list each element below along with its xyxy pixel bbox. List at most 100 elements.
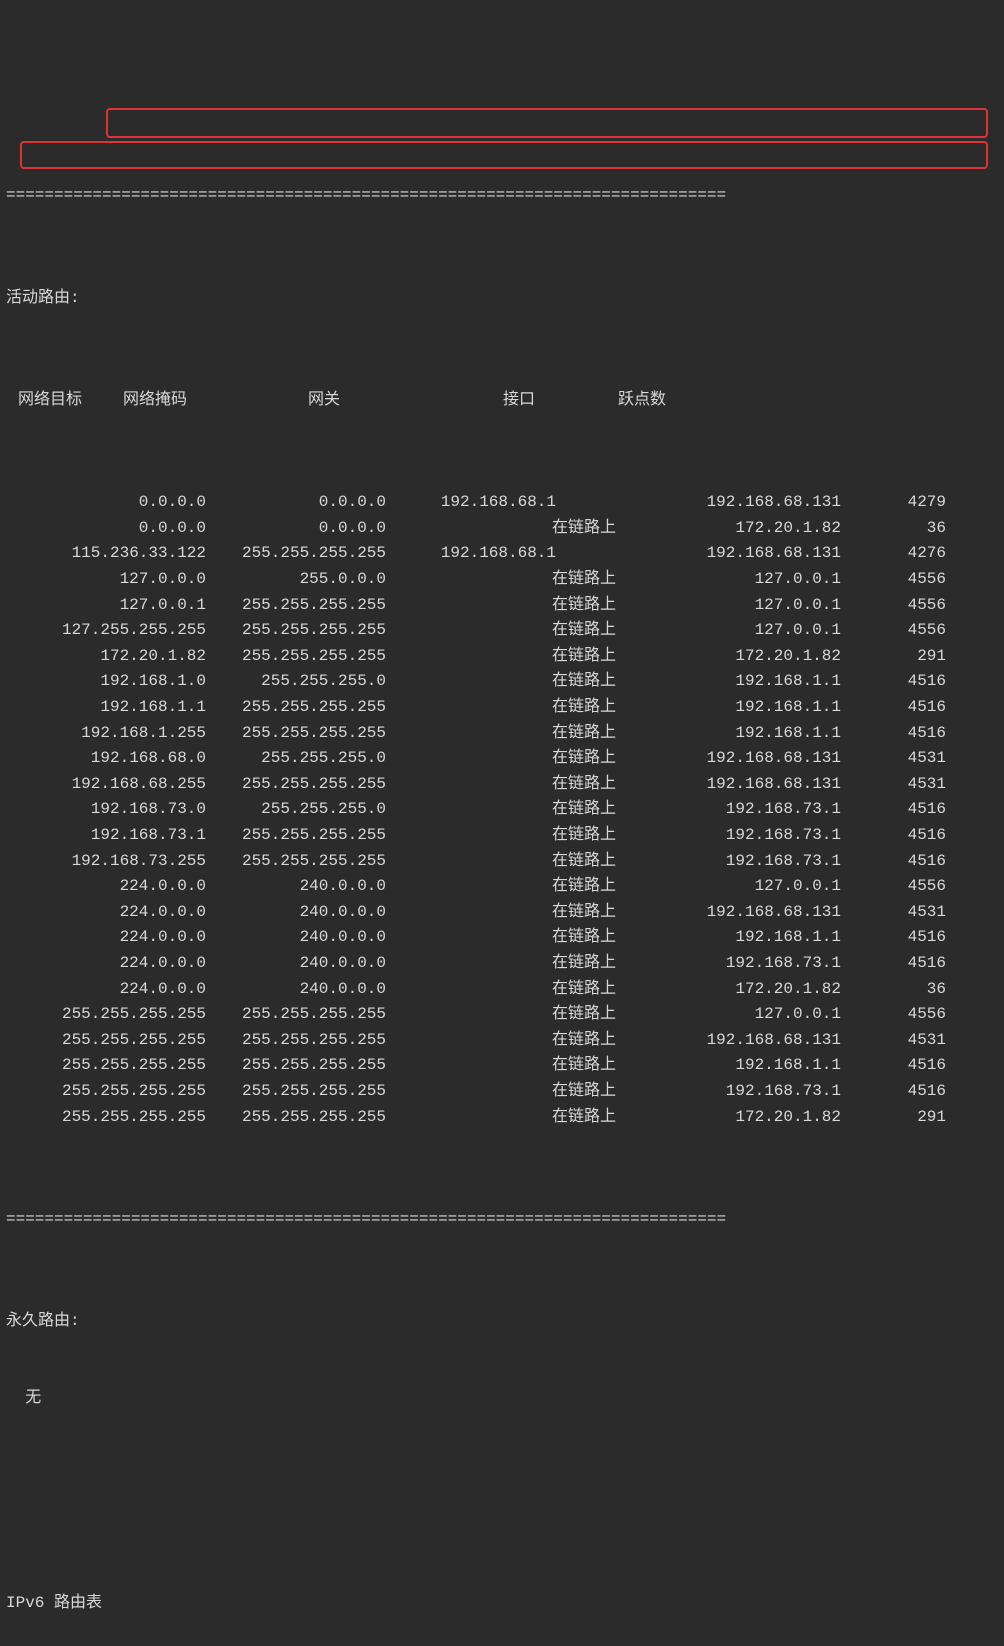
route-metric: 291 — [841, 1105, 946, 1131]
route-metric: 4516 — [841, 823, 946, 849]
route-interface: 192.168.73.1 — [616, 849, 841, 875]
route-interface: 192.168.73.1 — [616, 951, 841, 977]
route-row: 127.0.0.1255.255.255.255在链路上127.0.0.1455… — [6, 593, 998, 619]
route-interface: 127.0.0.1 — [616, 567, 841, 593]
route-mask: 240.0.0.0 — [206, 874, 386, 900]
route-mask: 255.255.255.255 — [206, 618, 386, 644]
route-gateway: 在链路上 — [386, 925, 616, 951]
route-dest: 192.168.73.255 — [6, 849, 206, 875]
route-interface: 192.168.68.131 — [556, 490, 841, 516]
route-metric: 36 — [841, 977, 946, 1003]
route-interface: 192.168.1.1 — [616, 721, 841, 747]
route-dest: 224.0.0.0 — [6, 925, 206, 951]
separator-mid: ========================================… — [6, 1207, 998, 1233]
route-dest: 224.0.0.0 — [6, 900, 206, 926]
route-interface: 172.20.1.82 — [616, 1105, 841, 1131]
route-mask: 240.0.0.0 — [206, 925, 386, 951]
hdr-mask: 网络掩码 — [123, 388, 308, 414]
route-interface: 192.168.1.1 — [616, 925, 841, 951]
route-gateway: 在链路上 — [386, 874, 616, 900]
route-dest: 255.255.255.255 — [6, 1028, 206, 1054]
route-mask: 240.0.0.0 — [206, 977, 386, 1003]
route-metric: 4556 — [841, 567, 946, 593]
highlight-row-1 — [106, 108, 988, 138]
route-mask: 255.255.255.255 — [206, 1105, 386, 1131]
route-metric: 4531 — [841, 1028, 946, 1054]
route-row: 224.0.0.0240.0.0.0在链路上192.168.73.14516 — [6, 951, 998, 977]
route-metric: 4531 — [841, 746, 946, 772]
route-gateway: 在链路上 — [386, 977, 616, 1003]
route-dest: 192.168.68.0 — [6, 746, 206, 772]
route-gateway: 在链路上 — [386, 823, 616, 849]
terminal-output: ========================================… — [0, 0, 1004, 1646]
route-gateway: 在链路上 — [386, 593, 616, 619]
route-interface: 192.168.68.131 — [556, 541, 841, 567]
active-routes-label: 活动路由: — [6, 286, 998, 312]
route-row: 255.255.255.255255.255.255.255在链路上172.20… — [6, 1105, 998, 1131]
route-mask: 255.255.255.255 — [206, 772, 386, 798]
blank-line — [6, 1488, 998, 1514]
route-metric: 4276 — [841, 541, 946, 567]
route-interface: 127.0.0.1 — [616, 874, 841, 900]
route-mask: 255.255.255.255 — [206, 823, 386, 849]
route-interface: 192.168.73.1 — [616, 1079, 841, 1105]
route-metric: 291 — [841, 644, 946, 670]
route-gateway: 在链路上 — [386, 1028, 616, 1054]
route-gateway: 在链路上 — [386, 644, 616, 670]
route-metric: 36 — [841, 516, 946, 542]
route-row: 255.255.255.255255.255.255.255在链路上127.0.… — [6, 1002, 998, 1028]
route-interface: 192.168.1.1 — [616, 669, 841, 695]
route-gateway: 在链路上 — [386, 772, 616, 798]
hdr-metric: 跃点数 — [618, 388, 768, 414]
route-metric: 4531 — [841, 900, 946, 926]
route-row: 192.168.68.255255.255.255.255在链路上192.168… — [6, 772, 998, 798]
route-gateway: 在链路上 — [386, 567, 616, 593]
route-interface: 192.168.1.1 — [616, 1053, 841, 1079]
route-mask: 255.255.255.255 — [206, 721, 386, 747]
route-row: 224.0.0.0240.0.0.0在链路上192.168.68.1314531 — [6, 900, 998, 926]
route-mask: 255.0.0.0 — [206, 567, 386, 593]
route-mask: 255.255.255.255 — [206, 695, 386, 721]
route-gateway: 在链路上 — [386, 797, 616, 823]
route-metric: 4556 — [841, 874, 946, 900]
route-dest: 224.0.0.0 — [6, 977, 206, 1003]
hdr-gateway: 网关 — [308, 388, 503, 414]
route-row: 224.0.0.0240.0.0.0在链路上192.168.1.14516 — [6, 925, 998, 951]
route-mask: 255.255.255.255 — [206, 593, 386, 619]
route-dest: 192.168.73.1 — [6, 823, 206, 849]
route-row: 0.0.0.00.0.0.0在链路上172.20.1.8236 — [6, 516, 998, 542]
route-dest: 192.168.1.1 — [6, 695, 206, 721]
route-row: 115.236.33.122255.255.255.255192.168.68.… — [6, 541, 998, 567]
route-dest: 0.0.0.0 — [6, 490, 206, 516]
route-mask: 255.255.255.255 — [206, 849, 386, 875]
route-dest: 0.0.0.0 — [6, 516, 206, 542]
ipv6-label: IPv6 路由表 — [6, 1591, 998, 1617]
route-dest: 224.0.0.0 — [6, 874, 206, 900]
route-interface: 192.168.68.131 — [616, 900, 841, 926]
route-mask: 255.255.255.0 — [206, 797, 386, 823]
route-dest: 127.0.0.1 — [6, 593, 206, 619]
header-row: 网络目标 网络掩码 网关 接口 跃点数 — [6, 388, 998, 414]
route-interface: 192.168.68.131 — [616, 746, 841, 772]
separator-top: ========================================… — [6, 183, 998, 209]
route-gateway: 192.168.68.1 — [386, 541, 556, 567]
route-interface: 172.20.1.82 — [616, 516, 841, 542]
route-mask: 255.255.255.0 — [206, 746, 386, 772]
route-row: 172.20.1.82255.255.255.255在链路上172.20.1.8… — [6, 644, 998, 670]
route-mask: 255.255.255.255 — [206, 1002, 386, 1028]
permanent-routes-label: 永久路由: — [6, 1309, 998, 1335]
permanent-routes-value: 无 — [6, 1386, 998, 1412]
hdr-interface: 接口 — [503, 388, 618, 414]
route-dest: 172.20.1.82 — [6, 644, 206, 670]
route-gateway: 在链路上 — [386, 1079, 616, 1105]
route-dest: 115.236.33.122 — [6, 541, 206, 567]
route-row: 255.255.255.255255.255.255.255在链路上192.16… — [6, 1028, 998, 1054]
route-row: 192.168.68.0255.255.255.0在链路上192.168.68.… — [6, 746, 998, 772]
route-gateway: 在链路上 — [386, 695, 616, 721]
route-metric: 4516 — [841, 797, 946, 823]
route-dest: 224.0.0.0 — [6, 951, 206, 977]
route-row: 192.168.1.1255.255.255.255在链路上192.168.1.… — [6, 695, 998, 721]
route-metric: 4516 — [841, 951, 946, 977]
route-metric: 4516 — [841, 1053, 946, 1079]
route-interface: 127.0.0.1 — [616, 593, 841, 619]
